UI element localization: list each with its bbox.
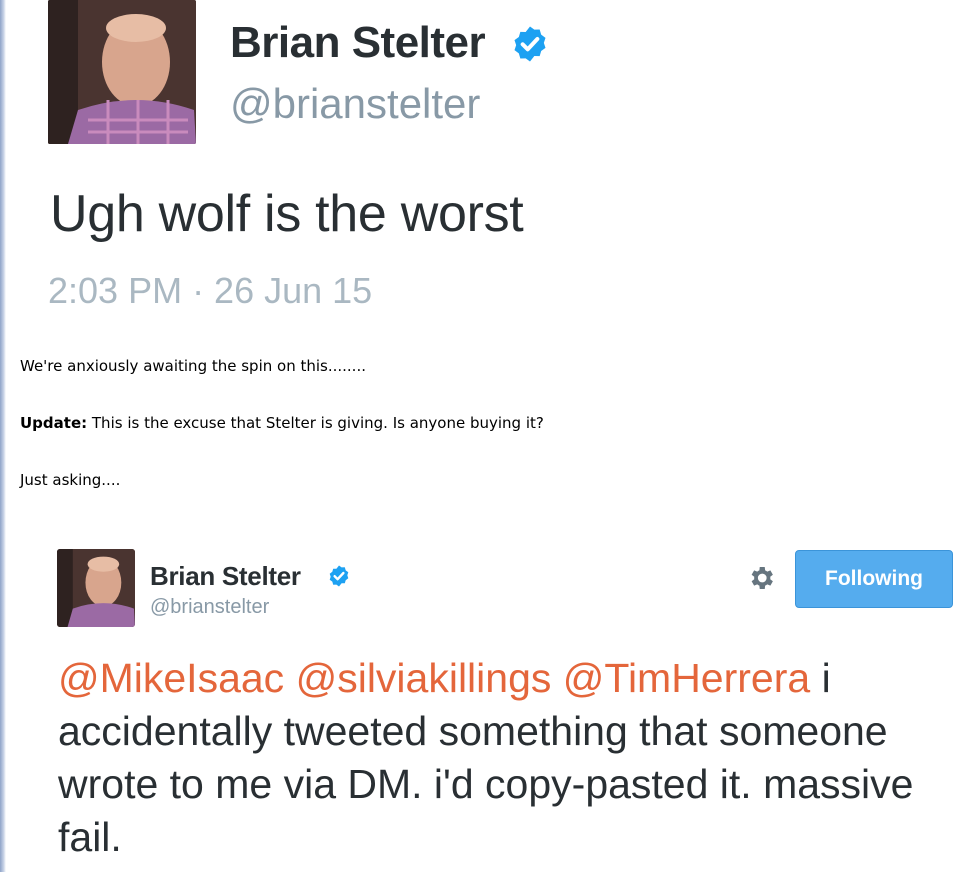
update-text: This is the excuse that Stelter is givin…: [87, 414, 544, 432]
left-page-edge: [0, 0, 6, 872]
article-paragraph: Just asking....: [20, 471, 121, 489]
embed-avatar[interactable]: [57, 549, 135, 627]
tweet-timestamp[interactable]: 2:03 PM · 26 Jun 15: [48, 270, 372, 312]
embed-author-handle[interactable]: @brianstelter: [150, 596, 269, 619]
verified-badge-icon: [329, 565, 349, 587]
tweet-text: Ugh wolf is the worst: [50, 185, 524, 243]
article-paragraph: We're anxiously awaiting the spin on thi…: [20, 357, 366, 375]
avatar: [48, 0, 196, 144]
embed-tweet-text: @MikeIsaac @silviakillings @TimHerrera i…: [58, 652, 958, 864]
embed-author-name[interactable]: Brian Stelter: [150, 561, 301, 592]
mention-link[interactable]: @TimHerrera: [563, 655, 810, 701]
gear-icon[interactable]: [746, 563, 776, 593]
mention-link[interactable]: @silviakillings: [296, 655, 552, 701]
tweet-author-name[interactable]: Brian Stelter: [230, 18, 486, 68]
following-button[interactable]: Following: [795, 550, 953, 608]
article-update-paragraph: Update: This is the excuse that Stelter …: [20, 414, 544, 432]
update-label: Update:: [20, 414, 88, 432]
tweet-author-handle[interactable]: @brianstelter: [230, 80, 480, 128]
mention-link[interactable]: @MikeIsaac: [58, 655, 284, 701]
verified-badge-icon: [514, 26, 546, 62]
